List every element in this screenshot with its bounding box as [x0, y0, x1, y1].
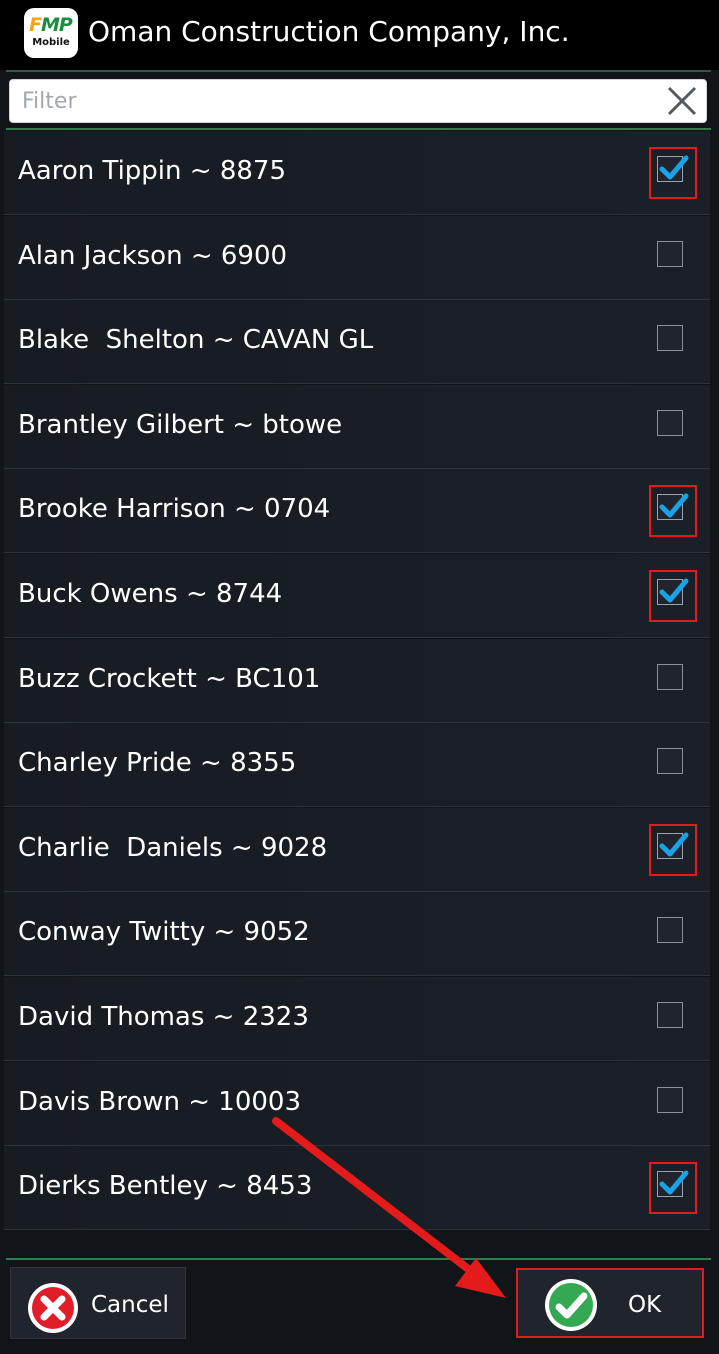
checkbox[interactable] [657, 578, 689, 605]
checkbox[interactable] [657, 155, 689, 182]
checkmark-icon [659, 1170, 689, 1195]
title-divider [6, 70, 711, 72]
checkbox-wrap[interactable] [649, 993, 697, 1045]
cancel-label: Cancel [91, 1292, 169, 1318]
list-item[interactable]: Blake Shelton ~ CAVAN GL [4, 300, 710, 384]
checkbox-wrap[interactable] [649, 739, 697, 791]
checkbox[interactable] [657, 493, 689, 520]
red-x-icon [28, 1283, 78, 1333]
checkbox-highlight[interactable] [649, 570, 697, 622]
logo-brand-mark: FMP [29, 14, 73, 36]
list-item-label: Buck Owens ~ 8744 [18, 579, 283, 609]
checkbox-highlight[interactable] [649, 147, 697, 199]
list-item[interactable]: Aaron Tippin ~ 8875 [4, 131, 710, 215]
list-item[interactable]: Davis Brown ~ 10003 [4, 1062, 710, 1146]
list-item-label: David Thomas ~ 2323 [18, 1002, 309, 1032]
filter-bar [9, 79, 707, 123]
list-item[interactable]: David Thomas ~ 2323 [4, 977, 710, 1061]
checkbox-wrap[interactable] [649, 1078, 697, 1130]
footer: Cancel OK [0, 1261, 719, 1354]
checkbox-highlight[interactable] [649, 824, 697, 876]
checkbox-wrap[interactable] [649, 401, 697, 453]
checkbox-wrap[interactable] [649, 908, 697, 960]
checkmark-icon [659, 155, 689, 180]
list-item[interactable]: Conway Twitty ~ 9052 [4, 892, 710, 976]
logo-subtitle: Mobile [32, 37, 70, 48]
list-item-label: Conway Twitty ~ 9052 [18, 917, 310, 947]
logo-brand-f: F [29, 14, 42, 36]
list-item-label: Charlie Daniels ~ 9028 [18, 833, 328, 863]
list-item-label: Brantley Gilbert ~ btowe [18, 410, 343, 440]
checkbox[interactable] [657, 917, 683, 943]
list-item[interactable]: Dierks Bentley ~ 8453 [4, 1146, 710, 1230]
checkbox[interactable] [657, 325, 683, 351]
checkbox-wrap[interactable] [649, 655, 697, 707]
filter-input[interactable] [22, 86, 662, 116]
list-item-label: Alan Jackson ~ 6900 [18, 241, 288, 271]
checkbox[interactable] [657, 832, 689, 859]
list-item-label: Blake Shelton ~ CAVAN GL [18, 325, 374, 355]
list-item-label: Dierks Bentley ~ 8453 [18, 1171, 313, 1201]
fmp-mobile-logo: FMP Mobile [24, 8, 78, 58]
checkbox-wrap[interactable] [649, 316, 697, 368]
cancel-button[interactable]: Cancel [10, 1267, 186, 1339]
list-item[interactable]: Brantley Gilbert ~ btowe [4, 385, 710, 469]
green-check-icon [545, 1279, 597, 1331]
list-item[interactable]: Buzz Crockett ~ BC101 [4, 639, 710, 723]
list-item[interactable]: Charlie Daniels ~ 9028 [4, 808, 710, 892]
company-title: Oman Construction Company, Inc. [88, 15, 570, 48]
checkbox[interactable] [657, 410, 683, 436]
logo-brand-mp: MP [40, 14, 73, 36]
checkbox-wrap[interactable] [649, 232, 697, 284]
checkbox[interactable] [657, 241, 683, 267]
title-bar: FMP Mobile Oman Construction Company, In… [0, 0, 719, 70]
checkmark-icon [659, 493, 689, 518]
list-item[interactable]: Alan Jackson ~ 6900 [4, 216, 710, 300]
ok-button[interactable]: OK [516, 1268, 704, 1338]
list-item-label: Davis Brown ~ 10003 [18, 1087, 302, 1117]
list-item-label: Aaron Tippin ~ 8875 [18, 156, 286, 186]
list-item[interactable]: Brooke Harrison ~ 0704 [4, 469, 710, 553]
list-item-label: Buzz Crockett ~ BC101 [18, 664, 321, 694]
list-item-label: Brooke Harrison ~ 0704 [18, 494, 331, 524]
footer-divider [6, 1258, 711, 1260]
checkbox-highlight[interactable] [649, 1162, 697, 1214]
checkbox[interactable] [657, 1002, 683, 1028]
checkbox[interactable] [657, 748, 683, 774]
ok-label: OK [628, 1292, 662, 1318]
checkmark-icon [659, 578, 689, 603]
list-item[interactable]: Charley Pride ~ 8355 [4, 723, 710, 807]
checkbox[interactable] [657, 1170, 689, 1197]
list-item-label: Charley Pride ~ 8355 [18, 748, 297, 778]
close-icon[interactable] [664, 83, 700, 119]
checkbox[interactable] [657, 664, 683, 690]
filter-divider [6, 128, 711, 130]
employee-list[interactable]: Aaron Tippin ~ 8875 Alan Jackson ~ 6900 Bl… [4, 131, 710, 1258]
checkbox[interactable] [657, 1087, 683, 1113]
checkbox-highlight[interactable] [649, 485, 697, 537]
employee-picker-screen: FMP Mobile Oman Construction Company, In… [0, 0, 719, 1354]
list-item[interactable]: Buck Owens ~ 8744 [4, 554, 710, 638]
checkmark-icon [659, 832, 689, 857]
